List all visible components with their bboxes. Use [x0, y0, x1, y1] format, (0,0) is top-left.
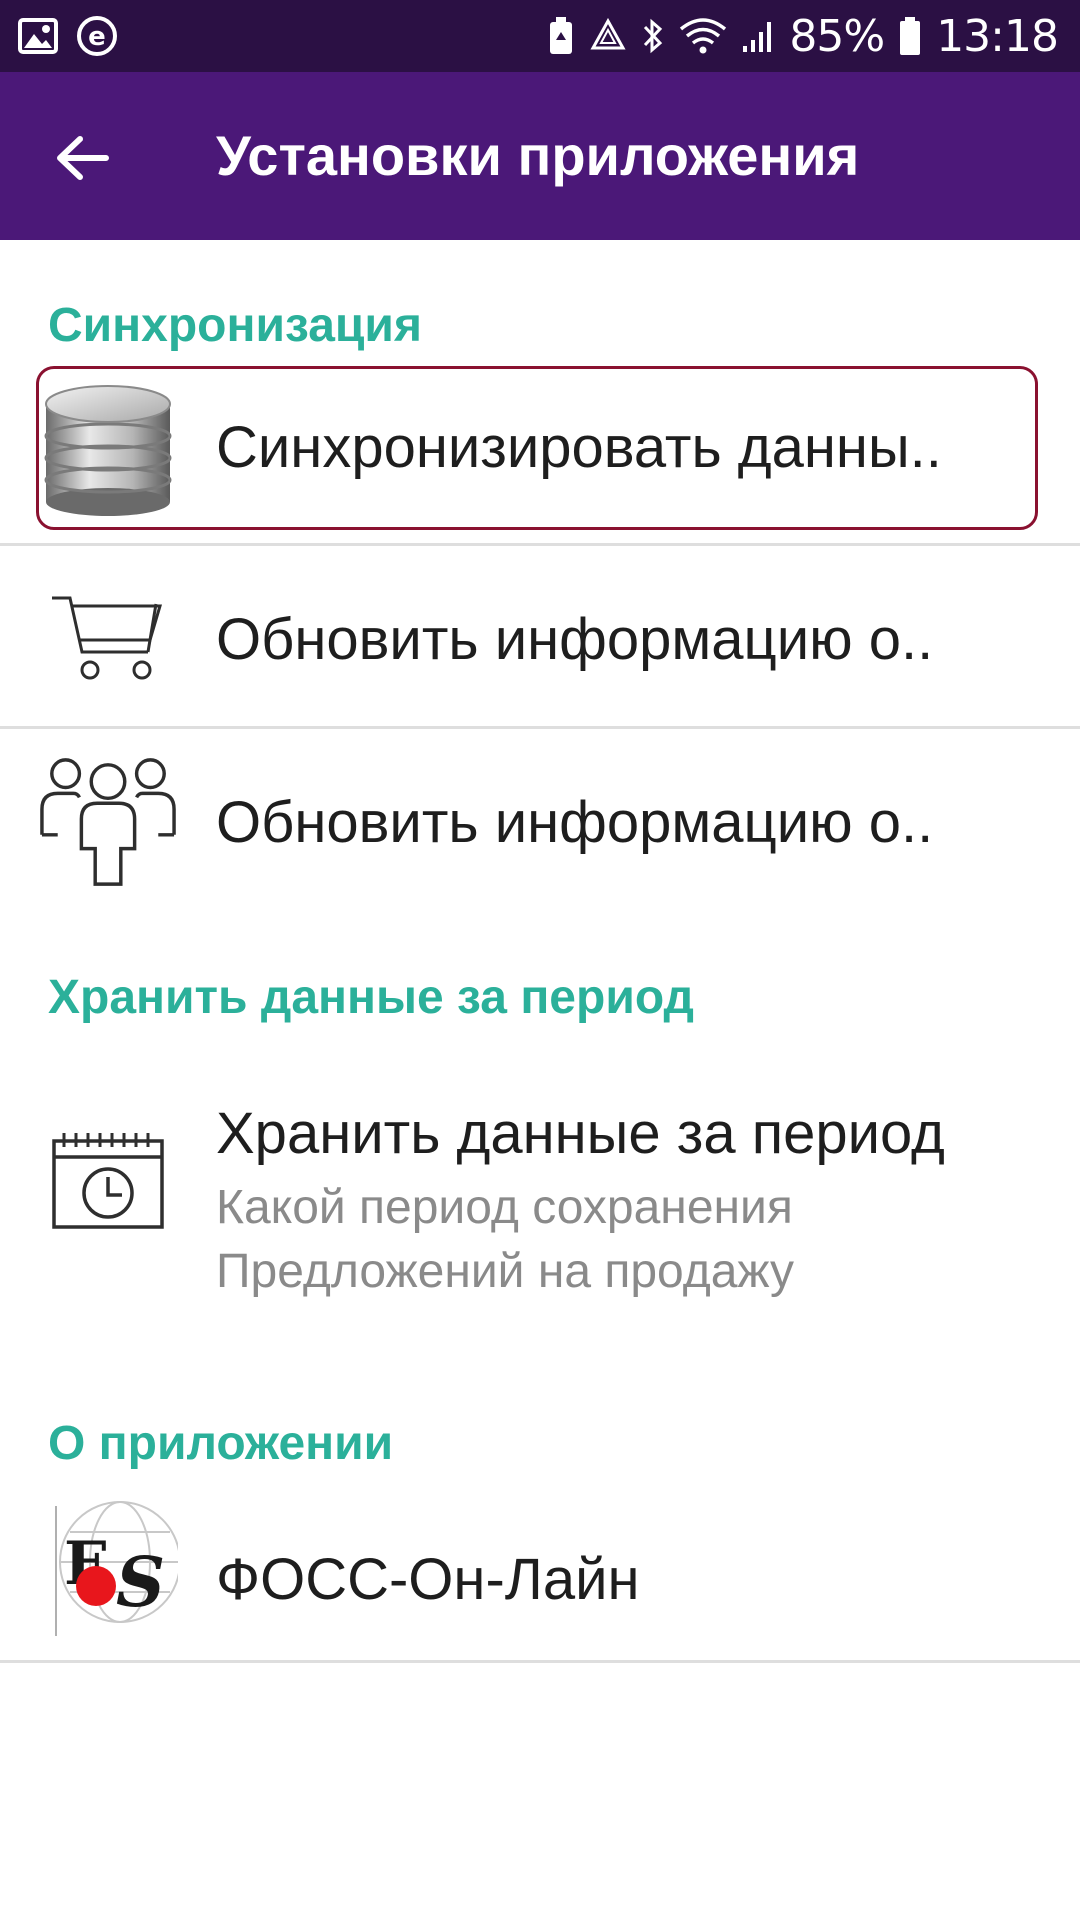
calendar-clock-icon	[38, 1110, 178, 1250]
section-header-storage: Хранить данные за период	[48, 971, 694, 1024]
battery-icon	[898, 16, 922, 56]
status-left: e	[18, 14, 118, 58]
back-button[interactable]	[40, 116, 124, 200]
status-bar: e 85% 13:18	[0, 0, 1080, 72]
pref-sync-data[interactable]: Синхронизировать данны..	[0, 366, 1080, 530]
section-header-sync: Синхронизация	[48, 299, 422, 352]
battery-saver-icon	[547, 16, 575, 56]
pref-update-clients[interactable]: Обновить информацию о..	[0, 729, 1080, 909]
wifi-icon	[679, 17, 727, 55]
section-header-about: О приложении	[48, 1417, 394, 1470]
status-time: 13:18	[936, 10, 1059, 62]
app-bar: Установки приложения	[0, 72, 1080, 240]
pref-storage-period-summary: Какой период сохранения Предложений на п…	[216, 1181, 795, 1298]
svg-text:e: e	[88, 22, 106, 52]
signal-icon	[741, 18, 775, 54]
arrow-back-icon	[57, 136, 109, 180]
pref-about-app-title: ФОСС-Он-Лайн	[216, 1547, 640, 1612]
people-icon	[38, 751, 178, 891]
pref-sync-data-title: Синхронизировать данны..	[216, 415, 942, 480]
bluetooth-icon	[641, 16, 665, 56]
e-app-icon: e	[76, 15, 118, 57]
fos-logo-icon: F S	[44, 1498, 184, 1638]
pref-update-goods[interactable]: Обновить информацию о..	[0, 546, 1080, 726]
database-icon	[38, 378, 178, 518]
status-right: 85% 13:18	[547, 10, 1059, 62]
pref-storage-period[interactable]: Хранить данные за период Какой период со…	[0, 1070, 1080, 1310]
pref-update-clients-title: Обновить информацию о..	[216, 790, 934, 855]
pref-storage-period-title: Хранить данные за период	[216, 1101, 945, 1166]
gallery-icon	[18, 18, 58, 54]
svg-text:S: S	[116, 1543, 165, 1623]
recycle-icon	[589, 18, 627, 54]
pref-update-goods-title: Обновить информацию о..	[216, 607, 934, 672]
cart-icon	[38, 566, 178, 706]
page-title: Установки приложения	[216, 124, 860, 187]
battery-percent: 85%	[789, 10, 885, 62]
pref-about-app[interactable]: F S ФОСС-Он-Лайн	[0, 1492, 1080, 1660]
divider	[0, 1660, 1080, 1663]
